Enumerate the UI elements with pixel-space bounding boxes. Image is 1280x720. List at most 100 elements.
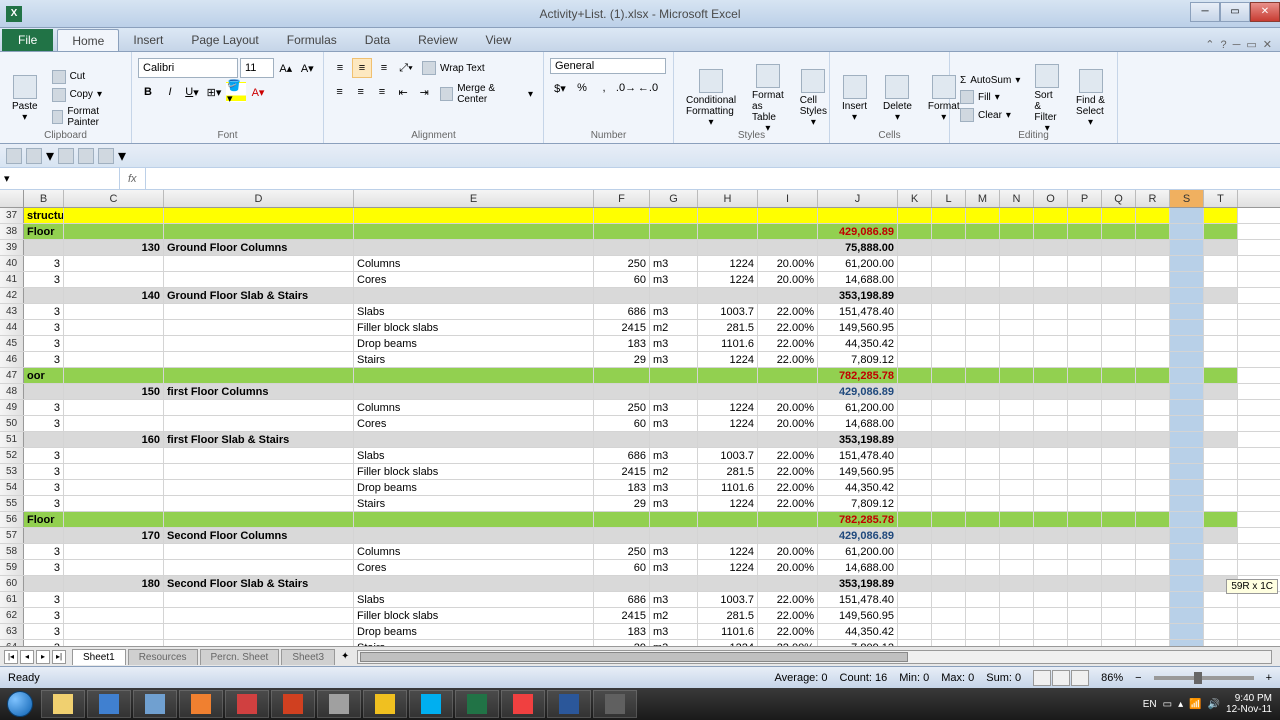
cell[interactable] xyxy=(932,304,966,319)
cell[interactable] xyxy=(1000,256,1034,271)
new-sheet-icon[interactable]: ✦ xyxy=(341,651,349,662)
cell[interactable] xyxy=(1000,336,1034,351)
cell[interactable] xyxy=(354,528,594,543)
print-preview-icon[interactable] xyxy=(78,148,94,164)
font-size-select[interactable] xyxy=(240,58,274,78)
cell[interactable] xyxy=(1068,336,1102,351)
cell[interactable] xyxy=(1068,288,1102,303)
orientation-icon[interactable]: ⤢▾ xyxy=(396,58,416,78)
cell[interactable]: 22.00% xyxy=(758,480,818,495)
cell[interactable] xyxy=(164,592,354,607)
cell[interactable] xyxy=(650,368,698,383)
cell[interactable] xyxy=(1034,240,1068,255)
cell[interactable] xyxy=(966,512,1000,527)
cell[interactable] xyxy=(164,320,354,335)
decrease-font-icon[interactable]: A▾ xyxy=(298,58,318,78)
cell[interactable] xyxy=(164,336,354,351)
cell[interactable]: first Floor Slab & Stairs xyxy=(164,432,354,447)
cell[interactable]: 22.00% xyxy=(758,640,818,646)
cell[interactable] xyxy=(1102,592,1136,607)
cell[interactable] xyxy=(594,432,650,447)
cell[interactable] xyxy=(1170,480,1204,495)
cell[interactable] xyxy=(354,432,594,447)
cell[interactable]: 20.00% xyxy=(758,560,818,575)
cell[interactable] xyxy=(932,464,966,479)
cell[interactable]: 3 xyxy=(24,640,64,646)
copy-button[interactable]: Copy ▾ xyxy=(48,87,125,103)
cell[interactable] xyxy=(1136,384,1170,399)
cell[interactable]: 151,478.40 xyxy=(818,448,898,463)
increase-indent-icon[interactable]: ⇥ xyxy=(415,82,434,102)
cell[interactable]: 3 xyxy=(24,592,64,607)
cell[interactable] xyxy=(932,272,966,287)
cell[interactable] xyxy=(966,608,1000,623)
cell[interactable]: 183 xyxy=(594,480,650,495)
cell[interactable] xyxy=(1170,352,1204,367)
cell[interactable] xyxy=(1000,448,1034,463)
cell[interactable] xyxy=(1000,624,1034,639)
cell[interactable]: m3 xyxy=(650,256,698,271)
merge-center-button[interactable]: Merge & Center ▾ xyxy=(436,82,537,106)
cell[interactable] xyxy=(1136,640,1170,646)
increase-font-icon[interactable]: A▴ xyxy=(276,58,296,78)
cell[interactable]: 250 xyxy=(594,400,650,415)
cell[interactable]: 1101.6 xyxy=(698,624,758,639)
cell[interactable]: 3 xyxy=(24,624,64,639)
normal-view-icon[interactable] xyxy=(1033,670,1051,686)
cell[interactable] xyxy=(1170,560,1204,575)
cell[interactable] xyxy=(1068,512,1102,527)
cell[interactable]: Second Floor Columns xyxy=(164,528,354,543)
cell[interactable]: m3 xyxy=(650,496,698,511)
cell[interactable] xyxy=(24,240,64,255)
cell[interactable] xyxy=(1034,304,1068,319)
task-skype[interactable] xyxy=(409,690,453,718)
column-header-M[interactable]: M xyxy=(966,190,1000,207)
cell[interactable] xyxy=(1068,416,1102,431)
cell[interactable] xyxy=(1034,224,1068,239)
cell[interactable] xyxy=(1136,496,1170,511)
cell[interactable] xyxy=(966,320,1000,335)
cell[interactable] xyxy=(966,208,1000,223)
cell[interactable] xyxy=(966,304,1000,319)
cell[interactable] xyxy=(64,480,164,495)
cell[interactable] xyxy=(1034,624,1068,639)
row-header[interactable]: 37 xyxy=(0,208,24,223)
cell[interactable]: 20.00% xyxy=(758,544,818,559)
page-layout-view-icon[interactable] xyxy=(1052,670,1070,686)
cell[interactable] xyxy=(1204,416,1238,431)
cell[interactable] xyxy=(1136,608,1170,623)
cell[interactable] xyxy=(1170,368,1204,383)
cell[interactable] xyxy=(24,384,64,399)
cell[interactable] xyxy=(966,496,1000,511)
spreadsheet-grid[interactable]: BCDEFGHIJKLMNOPQRST 37structure38Floor42… xyxy=(0,190,1280,646)
cell[interactable] xyxy=(1102,512,1136,527)
cell[interactable] xyxy=(1170,448,1204,463)
column-header-T[interactable]: T xyxy=(1204,190,1238,207)
cell[interactable]: m3 xyxy=(650,640,698,646)
cell[interactable] xyxy=(594,528,650,543)
zoom-level[interactable]: 86% xyxy=(1101,672,1123,684)
cell[interactable] xyxy=(650,384,698,399)
row-header[interactable]: 40 xyxy=(0,256,24,271)
cell[interactable] xyxy=(64,640,164,646)
decrease-indent-icon[interactable]: ⇤ xyxy=(394,82,413,102)
cell[interactable]: 44,350.42 xyxy=(818,480,898,495)
tab-home[interactable]: Home xyxy=(57,29,119,51)
cell[interactable] xyxy=(698,384,758,399)
cell[interactable] xyxy=(1170,464,1204,479)
row-header[interactable]: 60 xyxy=(0,576,24,591)
cell[interactable]: 686 xyxy=(594,448,650,463)
row-header[interactable]: 42 xyxy=(0,288,24,303)
cell[interactable]: Filler block slabs xyxy=(354,608,594,623)
cell[interactable] xyxy=(594,240,650,255)
cell[interactable] xyxy=(932,624,966,639)
cell[interactable] xyxy=(1000,416,1034,431)
cell[interactable] xyxy=(1034,208,1068,223)
maximize-button[interactable]: ▭ xyxy=(1220,2,1250,22)
cell[interactable] xyxy=(758,384,818,399)
cell[interactable]: 149,560.95 xyxy=(818,320,898,335)
start-button[interactable] xyxy=(0,688,40,720)
cell[interactable] xyxy=(1170,512,1204,527)
sheet-tab-sheet1[interactable]: Sheet1 xyxy=(72,649,126,665)
help-icon[interactable]: ? xyxy=(1220,39,1226,51)
